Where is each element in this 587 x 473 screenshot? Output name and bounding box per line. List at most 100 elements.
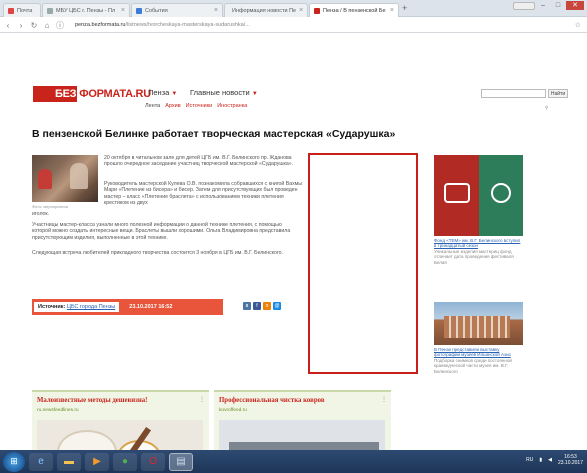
vk-icon[interactable]: в	[243, 302, 251, 310]
teaser-title[interactable]: Профессиональная чистка ковров	[219, 397, 325, 404]
tab-label: События	[145, 7, 168, 14]
dropdown-arrow-icon: ▼	[171, 91, 178, 97]
teaser-source[interactable]: ru.newsfeedlines.ru	[37, 408, 79, 413]
source-label: Источник:	[38, 304, 66, 310]
web-page: БЕЗ ФОРМАТА.RU Пенза ▼ Главные новости ▼…	[0, 34, 587, 450]
article-paragraph-2-tail: иголок.	[32, 211, 50, 217]
sidebar-text-2: Подборка снимков среди постоянной краеве…	[434, 357, 512, 374]
search-button[interactable]: Найти	[548, 89, 568, 98]
tab-penza-article[interactable]: Пенза / В пензенской Бе ×	[309, 3, 399, 17]
teaser-menu-icon[interactable]: ⋮	[381, 396, 387, 403]
app-taskbar-icon[interactable]: ▤	[169, 452, 193, 471]
share-buttons: в f о @	[243, 302, 281, 310]
source-link[interactable]: ЦБС города Пензы	[67, 304, 115, 310]
sidebar-text-1: Уникальные изделия мастериц фонд отличае…	[434, 248, 514, 265]
opera-taskbar-icon[interactable]: O	[141, 452, 165, 471]
close-tab-icon[interactable]: ×	[214, 7, 218, 14]
ad-placeholder-box[interactable]	[308, 153, 418, 374]
close-window-button[interactable]: ✕	[566, 1, 584, 10]
city-label: Пенза	[148, 88, 170, 97]
close-tab-icon[interactable]: ×	[299, 7, 303, 14]
page-tab-icon	[47, 7, 53, 14]
tab-label: Пенза / В пензенской Бе	[323, 7, 386, 14]
ie-taskbar-icon[interactable]: e	[29, 452, 53, 471]
photo-caption: Фото: мероприятия	[32, 204, 68, 209]
image-emblem	[491, 183, 511, 203]
back-icon[interactable]: ‹	[4, 21, 12, 30]
plate-shape	[57, 430, 117, 450]
subnav-feed[interactable]: Лента	[145, 103, 160, 109]
logo-mark: БЕЗ	[33, 86, 78, 102]
article-title: В пензенской Белинке работает творческая…	[32, 128, 396, 140]
city-selector[interactable]: Пенза ▼	[148, 88, 177, 97]
machine-shape	[229, 442, 379, 450]
odnoklassniki-icon[interactable]: о	[263, 302, 271, 310]
main-news-selector[interactable]: Главные новости ▼	[190, 88, 258, 97]
sidebar-link-2[interactable]: В Пензе представили выставку фотографии …	[434, 347, 511, 357]
subnav-sources[interactable]: Источники	[186, 103, 213, 109]
start-button[interactable]: ⊞	[3, 451, 25, 472]
logo-text: ФОРМАТА.RU	[79, 88, 151, 100]
profile-button[interactable]	[513, 2, 535, 10]
ad-teaser-1[interactable]: Малоизвестные методы дешевизна! ⋮ ru.new…	[32, 390, 209, 450]
ad-teaser-2[interactable]: Профессиональная чистка ковров ⋮ kovroff…	[214, 390, 391, 450]
teaser-source[interactable]: kovroffeed.ru	[219, 408, 247, 413]
clock[interactable]: 16:53 23.10.2017	[558, 454, 583, 466]
facebook-icon[interactable]: f	[253, 302, 261, 310]
advanced-search-link[interactable]: ⚲	[545, 105, 548, 111]
tab-library[interactable]: МБУ ЦБС г. Пензы - Пл ×	[42, 3, 130, 17]
sidebar-item-1: Фонд «ТЕМ» им. В.Г. Белинского вступил в…	[434, 238, 523, 265]
chrome-taskbar-icon[interactable]: ●	[113, 452, 137, 471]
tab-label: МБУ ЦБС г. Пензы - Пл	[56, 7, 116, 14]
system-tray: RU ▮ ◀ 16:53 23.10.2017	[526, 454, 583, 466]
sidebar-image-1[interactable]	[434, 155, 523, 236]
bezformata-tab-icon	[314, 7, 320, 14]
mail-tab-icon	[8, 7, 14, 14]
teaser-menu-icon[interactable]: ⋮	[199, 396, 205, 403]
folder-taskbar-icon[interactable]: ▬	[57, 452, 81, 471]
source-date: 23.10.2017 16:52	[129, 304, 173, 310]
sidebar-link-1[interactable]: Фонд «ТЕМ» им. В.Г. Белинского вступил в…	[434, 238, 520, 248]
tab-label: Информация новости Пе	[232, 7, 297, 14]
page-tab-icon	[136, 7, 142, 14]
url-field[interactable]: penza.bezformata.ru/listnews/tvorcheskay…	[75, 22, 250, 28]
article-paragraph-2: Руководитель мастерской Кулева О.В. позн…	[104, 181, 302, 207]
reload-icon[interactable]: ↻	[30, 21, 38, 30]
taskbar: ⊞ e ▬ ▶ ● O ▤ RU ▮ ◀ 16:53 23.10.2017	[0, 450, 587, 473]
subnav-foreign[interactable]: Иностранка	[217, 103, 247, 109]
language-indicator[interactable]: RU	[526, 457, 533, 463]
bookmark-icon[interactable]: ☆	[575, 21, 581, 29]
window-controls: – □ ✕	[536, 1, 584, 10]
site-logo[interactable]: БЕЗ ФОРМАТА.RU	[33, 86, 151, 102]
site-info-icon[interactable]: ⓘ	[56, 20, 64, 31]
minimize-button[interactable]: –	[536, 1, 550, 10]
article-paragraph-1: 20 октября в читальном зале для детей ЦГ…	[104, 155, 294, 168]
teaser-image[interactable]	[219, 420, 385, 450]
sidebar-image-2[interactable]	[434, 302, 523, 345]
teaser-title[interactable]: Малоизвестные методы дешевизна!	[37, 397, 147, 404]
media-taskbar-icon[interactable]: ▶	[85, 452, 109, 471]
network-icon[interactable]: ▮	[539, 457, 542, 463]
article-photo[interactable]	[32, 155, 98, 202]
tab-events[interactable]: События ×	[131, 3, 223, 17]
main-news-label: Главные новости	[190, 88, 250, 97]
tab-mail[interactable]: Почта	[3, 3, 41, 17]
close-tab-icon[interactable]: ×	[121, 7, 125, 14]
home-icon[interactable]: ⌂	[43, 21, 51, 30]
url-host: penza.bezformata.ru	[75, 22, 126, 28]
url-path: /listnews/tvorcheskaya-masterskaya-sudar…	[125, 22, 250, 28]
close-tab-icon[interactable]: ×	[390, 7, 394, 14]
source-box: Источник: ЦБС города Пензы	[34, 302, 120, 312]
maximize-button[interactable]: □	[551, 1, 565, 10]
subnav-archive[interactable]: Архив	[165, 103, 180, 109]
search-input[interactable]	[481, 89, 546, 98]
forward-icon[interactable]: ›	[17, 21, 25, 30]
tab-info-news[interactable]: Информация новости Пе ×	[224, 3, 308, 17]
teaser-image[interactable]	[37, 420, 203, 450]
new-tab-button[interactable]: +	[402, 3, 407, 13]
address-bar: ‹ › ↻ ⌂ ⓘ penza.bezformata.ru/listnews/t…	[0, 18, 587, 33]
mail-icon[interactable]: @	[273, 302, 281, 310]
volume-icon[interactable]: ◀	[548, 457, 552, 463]
clock-date: 23.10.2017	[557, 460, 583, 466]
tab-label: Почта	[17, 7, 33, 14]
